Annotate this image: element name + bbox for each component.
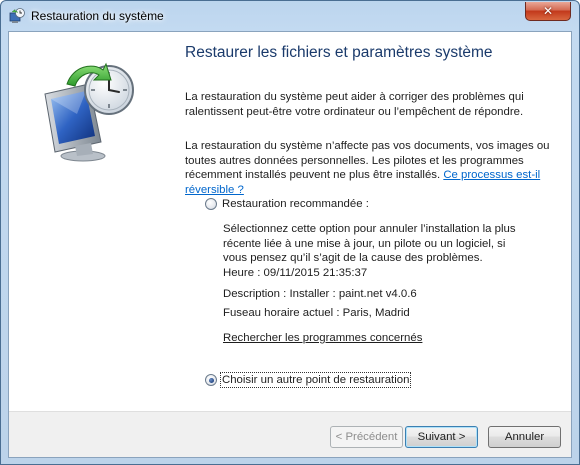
intro-text: La restauration du système peut aider à … (185, 91, 524, 118)
close-button[interactable]: ✕ (525, 2, 571, 21)
close-icon: ✕ (542, 4, 554, 18)
cancel-button[interactable]: Annuler (488, 426, 561, 448)
window-title: Restauration du système (31, 9, 164, 23)
recommended-restore-radio[interactable] (205, 198, 217, 210)
system-restore-monitor-clock-icon (31, 54, 141, 164)
restore-point-description: Description : Installer : paint.net v4.0… (223, 288, 417, 300)
wizard-sidebar (9, 32, 173, 411)
scan-affected-programs-link[interactable]: Rechercher les programmes concernés (223, 331, 523, 346)
next-button[interactable]: Suivant > (405, 426, 478, 448)
recommended-restore-option[interactable]: Restauration recommandée : (205, 198, 369, 210)
page-title: Restaurer les fichiers et paramètres sys… (185, 44, 493, 61)
restore-point-timezone: Fuseau horaire actuel : Paris, Madrid (223, 307, 410, 319)
wizard-footer: < Précédent Suivant > Annuler (9, 411, 571, 457)
info-paragraph: La restauration du système n’affecte pas… (185, 139, 555, 197)
choose-other-restore-label[interactable]: Choisir un autre point de restauration (219, 372, 412, 388)
system-restore-icon (9, 8, 25, 24)
title-bar[interactable]: Restauration du système ✕ (1, 1, 579, 31)
restore-point-time: Heure : 09/11/2015 21:35:37 (223, 267, 368, 279)
choose-other-restore-option[interactable]: Choisir un autre point de restauration (205, 372, 412, 388)
system-restore-window: Restauration du système ✕ Restaurer les … (0, 0, 580, 465)
recommended-restore-description: Sélectionnez cette option pour annuler l… (223, 223, 516, 264)
wizard-client-area: Restaurer les fichiers et paramètres sys… (8, 31, 572, 458)
wizard-content: Restaurer les fichiers et paramètres sys… (173, 32, 571, 411)
recommended-restore-label[interactable]: Restauration recommandée : (222, 198, 369, 210)
choose-other-restore-radio[interactable] (205, 374, 217, 386)
back-button[interactable]: < Précédent (330, 426, 403, 448)
